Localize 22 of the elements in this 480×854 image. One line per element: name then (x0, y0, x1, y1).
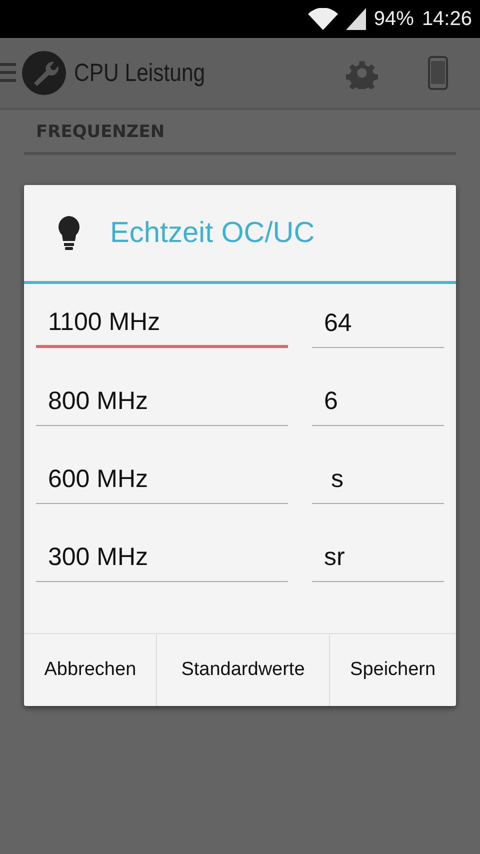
dialog-title: Echtzeit OC/UC (110, 216, 315, 250)
frequency-field[interactable]: 1100 MHz (36, 304, 288, 348)
frequency-field[interactable]: 300 MHz (36, 538, 288, 582)
menu-icon[interactable] (0, 61, 16, 85)
frequency-field[interactable]: 800 MHz (36, 382, 288, 426)
wrench-icon[interactable] (22, 51, 66, 95)
value-field[interactable]: sr (312, 538, 444, 582)
lightbulb-icon (58, 216, 80, 250)
section-header: FREQUENZEN (36, 122, 165, 142)
dialog-button[interactable]: Speichern (328, 634, 456, 706)
signal-icon (346, 8, 366, 30)
wifi-icon (308, 8, 338, 30)
clock: 14:26 (422, 8, 472, 30)
app-title: CPU Leistung (74, 58, 206, 88)
frequency-field[interactable]: 600 MHz (36, 460, 288, 504)
dialog-button[interactable]: Abbrechen (24, 634, 156, 706)
phone-icon[interactable] (428, 56, 448, 90)
value-field[interactable]: 64 (312, 304, 444, 348)
battery-level: 94% (374, 8, 414, 30)
value-field[interactable]: s (312, 460, 444, 504)
dialog-button[interactable]: Standardwerte (156, 634, 329, 706)
value-field[interactable]: 6 (312, 382, 444, 426)
